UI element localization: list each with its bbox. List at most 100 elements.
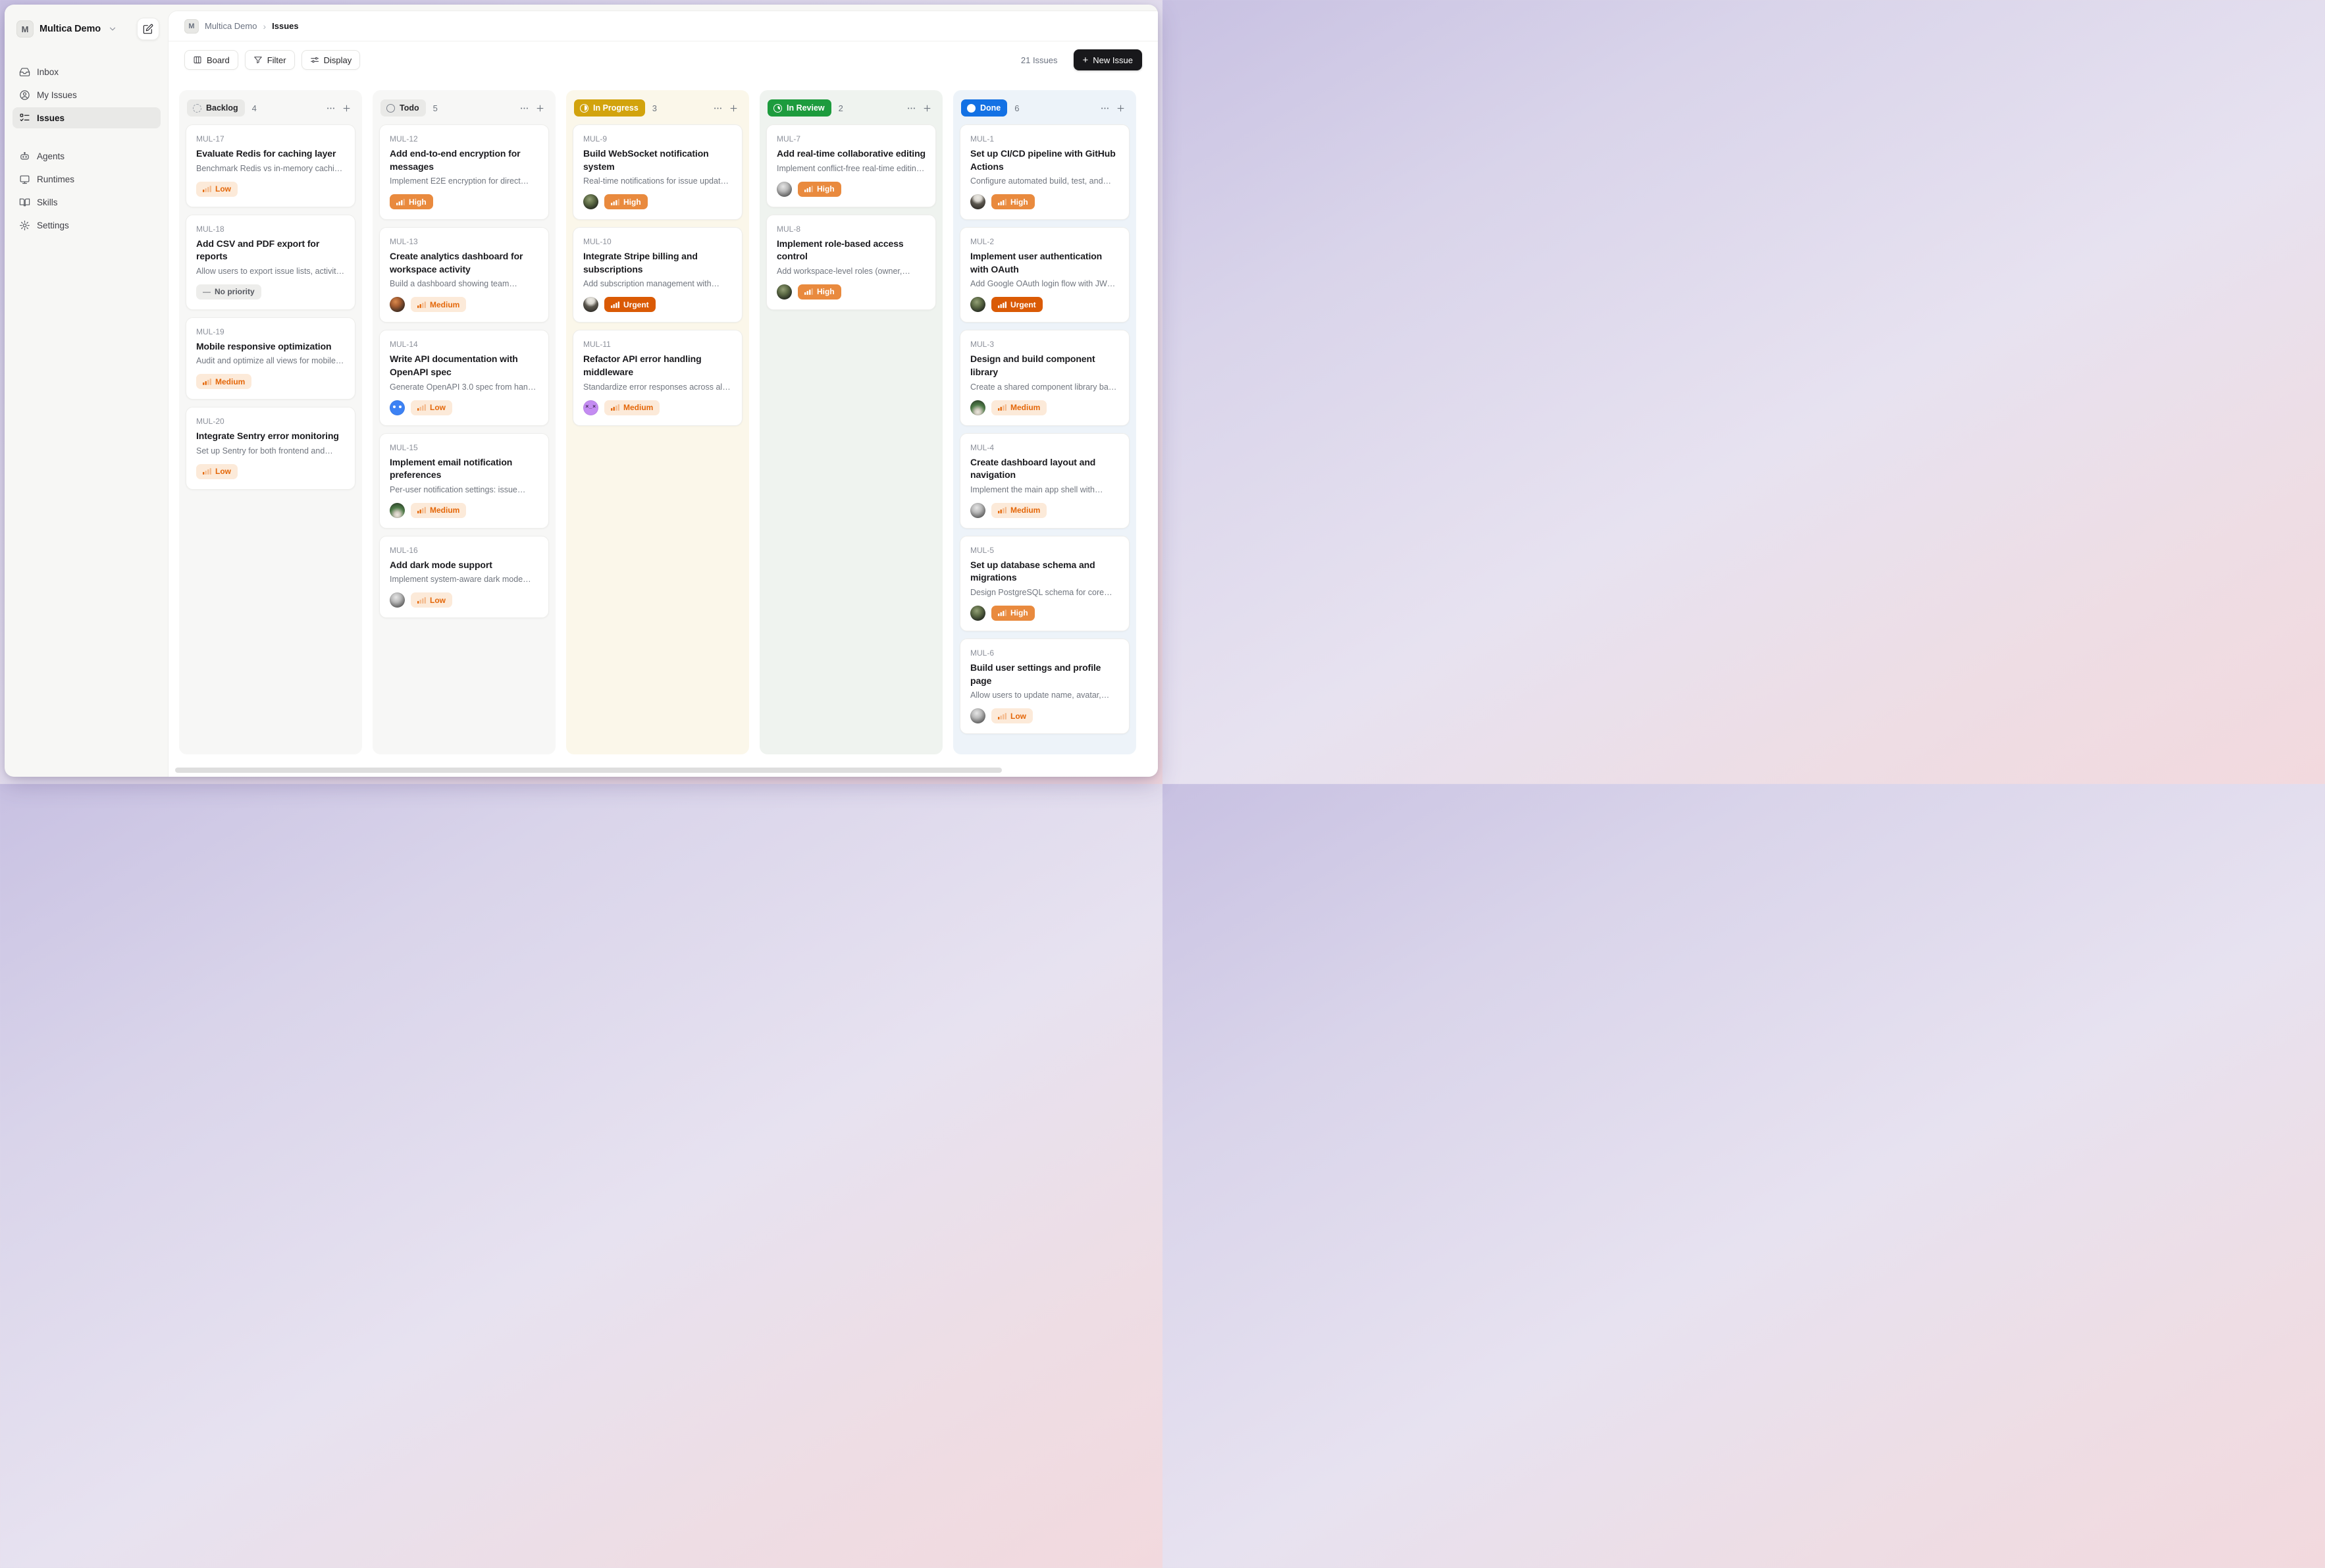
issue-card-mul-2[interactable]: MUL-2 Implement user authentication with …	[960, 227, 1130, 323]
issue-title: Add dark mode support	[390, 559, 538, 572]
sidebar-item-runtimes[interactable]: Runtimes	[13, 169, 161, 190]
issue-card-mul-10[interactable]: MUL-10Integrate Stripe billing and subsc…	[573, 227, 743, 323]
issue-card-mul-14[interactable]: MUL-14Write API documentation with OpenA…	[379, 330, 549, 425]
issue-card-footer: Medium	[970, 503, 1119, 518]
issue-card-mul-19[interactable]: MUL-19Mobile responsive optimizationAudi…	[186, 317, 355, 400]
filter-button[interactable]: Filter	[245, 50, 295, 70]
display-button[interactable]: Display	[301, 50, 361, 70]
priority-label: Low	[215, 467, 231, 476]
issue-card-footer: Urgent	[970, 297, 1119, 312]
column-status-badge: Done	[961, 99, 1007, 117]
issue-card-mul-13[interactable]: MUL-13Create analytics dashboard for wor…	[379, 227, 549, 323]
issue-card-mul-12[interactable]: MUL-12Add end-to-end encryption for mess…	[379, 124, 549, 220]
issue-description: Add workspace-level roles (owner,…	[777, 267, 926, 276]
issue-title: Implement user authentication with OAuth	[970, 250, 1119, 276]
column-more-button[interactable]	[710, 100, 725, 116]
column-more-button[interactable]	[903, 100, 919, 116]
issue-card-mul-18[interactable]: MUL-18Add CSV and PDF export for reports…	[186, 215, 355, 310]
sidebar-nav: Inbox My Issues Issues Agents	[13, 61, 161, 236]
issue-title: Create dashboard layout and navigation	[970, 456, 1119, 482]
issue-id: MUL-10	[583, 237, 732, 246]
issue-card-mul-3[interactable]: MUL-3Design and build component libraryC…	[960, 330, 1130, 425]
workspace-switcher[interactable]: M Multica Demo	[13, 14, 161, 44]
priority-bars-icon	[203, 468, 211, 475]
issue-title: Add end-to-end encryption for messages	[390, 147, 538, 173]
workspace-name: Multica Demo	[39, 24, 101, 34]
priority-bars-icon	[804, 186, 813, 192]
priority-badge: Urgent	[991, 297, 1043, 312]
issue-title: Refactor API error handling middleware	[583, 353, 732, 379]
column-more-button[interactable]	[1097, 100, 1112, 116]
issue-card-mul-17[interactable]: MUL-17Evaluate Redis for caching layerBe…	[186, 124, 355, 207]
dashed-circle-icon	[193, 104, 201, 113]
sidebar-item-inbox[interactable]: Inbox	[13, 61, 161, 82]
column-add-button[interactable]	[919, 100, 935, 116]
assignee-avatar-portrait-moss	[583, 194, 598, 209]
priority-bars-icon	[998, 404, 1006, 411]
issue-card-mul-8[interactable]: MUL-8Implement role-based access control…	[766, 215, 936, 310]
priority-bars-icon	[804, 288, 813, 295]
column-add-button[interactable]	[532, 100, 548, 116]
issue-card-mul-15[interactable]: MUL-15Implement email notification prefe…	[379, 433, 549, 529]
priority-bars-icon	[417, 404, 426, 411]
issue-title: Implement role-based access control	[777, 238, 926, 263]
issue-id: MUL-9	[583, 134, 732, 144]
column-add-button[interactable]	[338, 100, 354, 116]
column-header-done: Done 6	[961, 98, 1128, 118]
column-more-button[interactable]	[516, 100, 532, 116]
assignee-avatar-portrait-cap	[970, 194, 985, 209]
priority-label: Low	[430, 403, 446, 412]
column-more-button[interactable]	[323, 100, 338, 116]
sidebar-item-agents[interactable]: Agents	[13, 145, 161, 167]
issue-id: MUL-16	[390, 546, 538, 555]
issue-card-mul-20[interactable]: MUL-20Integrate Sentry error monitoringS…	[186, 407, 355, 490]
dash-icon: —	[203, 287, 211, 296]
assignee-avatar-portrait-bw	[970, 708, 985, 723]
new-issue-button[interactable]: + New Issue	[1074, 49, 1142, 70]
sidebar-item-label: My Issues	[37, 90, 77, 100]
issue-description: Generate OpenAPI 3.0 spec from handl…	[390, 382, 538, 392]
issue-card-mul-1[interactable]: MUL-1Set up CI/CD pipeline with GitHub A…	[960, 124, 1130, 220]
column-cards: MUL-17Evaluate Redis for caching layerBe…	[186, 124, 355, 490]
issue-description: Set up Sentry for both frontend and…	[196, 446, 345, 456]
issue-card-mul-5[interactable]: MUL-5Set up database schema and migratio…	[960, 536, 1130, 631]
issue-card-footer: Medium	[390, 503, 538, 518]
priority-bars-icon	[203, 186, 211, 192]
issue-card-mul-4[interactable]: MUL-4Create dashboard layout and navigat…	[960, 433, 1130, 529]
horizontal-scrollbar[interactable]	[175, 768, 1002, 773]
column-status-badge: In Progress	[574, 99, 645, 117]
priority-label: High	[817, 287, 835, 296]
column-count: 4	[252, 103, 257, 113]
robot-icon	[19, 151, 30, 162]
sidebar-item-issues[interactable]: Issues	[13, 107, 161, 128]
column-name: In Progress	[593, 103, 639, 113]
sidebar-item-skills[interactable]: Skills	[13, 192, 161, 213]
issue-id: MUL-11	[583, 340, 732, 349]
sidebar-item-my-issues[interactable]: My Issues	[13, 84, 161, 105]
priority-badge: High	[390, 194, 433, 209]
priority-label: Urgent	[1010, 300, 1036, 309]
issue-card-footer: —No priority	[196, 284, 345, 300]
issue-card-mul-7[interactable]: MUL-7Add real-time collaborative editing…	[766, 124, 936, 207]
priority-badge: High	[604, 194, 648, 209]
column-add-button[interactable]	[1112, 100, 1128, 116]
priority-bars-icon	[396, 199, 405, 205]
issue-card-mul-9[interactable]: MUL-9Build WebSocket notification system…	[573, 124, 743, 220]
priority-badge: Medium	[991, 503, 1047, 518]
priority-bars-icon	[417, 507, 426, 513]
sidebar-item-settings[interactable]: Settings	[13, 215, 161, 236]
issue-id: MUL-2	[970, 237, 1119, 246]
compose-button[interactable]	[137, 18, 159, 40]
issue-card-mul-11[interactable]: MUL-11 Refactor API error handling middle…	[573, 330, 743, 425]
assignee-avatar-portrait-bw	[777, 182, 792, 197]
issue-card-mul-6[interactable]: MUL-6Build user settings and profile pag…	[960, 639, 1130, 734]
column-add-button[interactable]	[725, 100, 741, 116]
issue-card-footer: Low	[390, 400, 538, 415]
breadcrumb-workspace-link[interactable]: Multica Demo	[205, 21, 257, 31]
issue-card-footer: Medium	[390, 297, 538, 312]
issue-card-mul-16[interactable]: MUL-16Add dark mode supportImplement sys…	[379, 536, 549, 619]
issue-id: MUL-1	[970, 134, 1119, 144]
issues-count: 21 Issues	[1021, 55, 1058, 65]
column-count: 6	[1014, 103, 1019, 113]
board-view-button[interactable]: Board	[184, 50, 238, 70]
